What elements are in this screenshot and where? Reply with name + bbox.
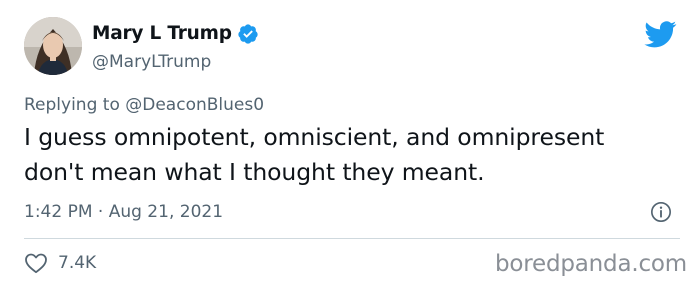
twitter-bird-icon[interactable] bbox=[644, 21, 677, 48]
tweet-text-line: don't mean what I thought they meant. bbox=[24, 158, 485, 186]
tweet-text: I guess omnipotent, omniscient, and omni… bbox=[24, 120, 684, 190]
avatar[interactable] bbox=[24, 17, 82, 75]
avatar-photo bbox=[24, 17, 82, 75]
replying-to: Replying to @DeaconBlues0 bbox=[24, 93, 264, 117]
heart-icon bbox=[25, 253, 47, 274]
tweet-timestamp[interactable]: 1:42 PM · Aug 21, 2021 bbox=[24, 200, 223, 224]
author-name-row[interactable]: Mary L Trump bbox=[92, 22, 259, 46]
reply-mention-link[interactable]: @DeaconBlues0 bbox=[125, 95, 264, 115]
like-button[interactable]: 7.4K bbox=[24, 252, 96, 274]
info-icon[interactable] bbox=[650, 201, 672, 223]
author-display-name[interactable]: Mary L Trump bbox=[92, 22, 232, 46]
like-count: 7.4K bbox=[58, 253, 97, 273]
divider bbox=[24, 238, 680, 239]
author-handle[interactable]: @MaryLTrump bbox=[92, 51, 211, 73]
tweet-text-line: I guess omnipotent, omniscient, and omni… bbox=[24, 123, 605, 151]
verified-badge-icon bbox=[238, 24, 258, 44]
watermark: boredpanda.com bbox=[495, 251, 687, 277]
replying-to-label: Replying to bbox=[24, 95, 126, 115]
